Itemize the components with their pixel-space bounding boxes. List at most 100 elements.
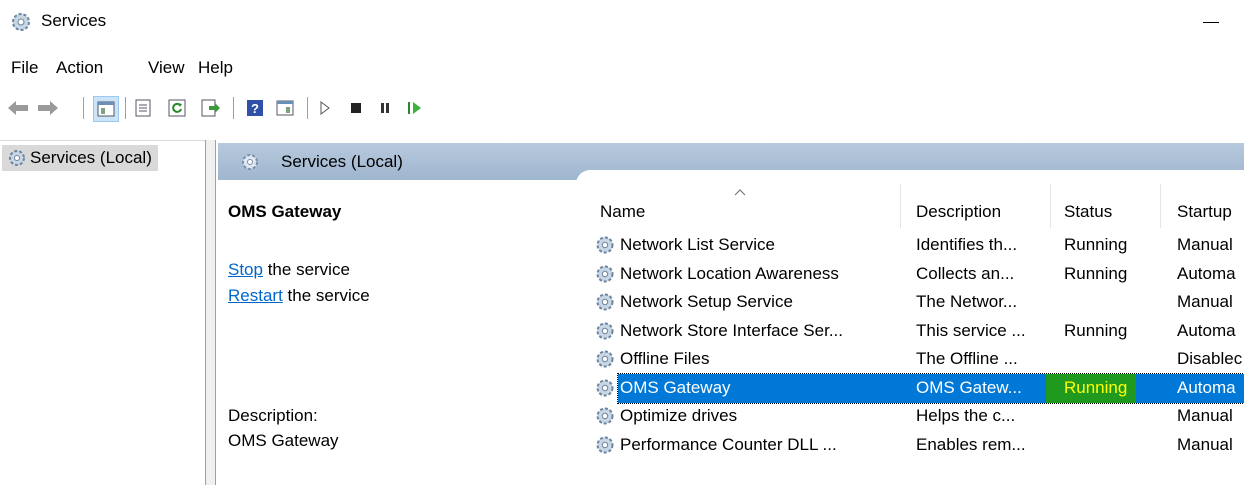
cell-status: Running <box>1064 235 1128 254</box>
stop-service-icon[interactable] <box>344 96 368 120</box>
selected-service-name: OMS Gateway <box>228 202 342 221</box>
back-icon[interactable] <box>6 96 30 120</box>
service-gear-icon <box>596 350 614 368</box>
service-details: OMS Gateway Stop the service Restart the… <box>216 180 576 485</box>
console-tree: Services (Local) <box>0 140 205 486</box>
title-bar: Services <box>0 0 1244 44</box>
service-gear-icon <box>596 407 614 425</box>
service-gear-icon <box>596 322 614 339</box>
sort-ascending-icon <box>734 189 746 196</box>
table-row[interactable]: Performance Counter DLL ... Enables rem..… <box>586 431 1244 460</box>
cell-description: OMS Gatew... <box>916 377 1022 397</box>
service-gear-icon <box>596 265 614 282</box>
stop-action: Stop the service <box>228 260 350 280</box>
table-row[interactable]: Network Store Interface Ser... This servi… <box>586 317 1244 346</box>
tab-edge <box>576 170 1244 184</box>
svg-text:?: ? <box>251 101 259 116</box>
export-list-icon[interactable] <box>199 96 223 120</box>
column-status-label: Status <box>1064 202 1113 221</box>
services-pane: Services (Local) OMS Gateway Stop the se… <box>216 140 1244 485</box>
restart-suffix: the service <box>282 286 370 305</box>
cell-name: Network Store Interface Ser... <box>620 320 843 340</box>
column-divider[interactable] <box>900 184 901 228</box>
service-gear-icon <box>596 236 614 254</box>
column-header-description[interactable]: Description <box>916 184 1056 228</box>
column-header-name[interactable]: Name <box>600 184 910 228</box>
cell-name: Network List Service <box>620 235 775 254</box>
minimize-button[interactable] <box>1196 8 1226 36</box>
toolbar: ? <box>0 92 1244 124</box>
table-row[interactable]: Network List Service Identifies th... Runn… <box>586 231 1244 260</box>
menu-help[interactable]: Help <box>198 58 233 78</box>
service-gear-icon <box>596 293 614 311</box>
tree-item-label: Services (Local) <box>30 148 152 167</box>
cell-description: Identifies th... <box>916 235 1018 254</box>
cell-description: Collects an... <box>916 263 1015 283</box>
services-list: Name Description Status Startup Network … <box>586 184 1244 485</box>
column-name-label: Name <box>600 202 646 221</box>
show-action-pane-icon[interactable] <box>273 96 297 120</box>
service-gear-icon <box>596 436 614 453</box>
column-header-startup[interactable]: Startup <box>1177 184 1244 228</box>
pause-service-icon[interactable] <box>373 96 397 120</box>
cell-description: The Offline ... <box>916 349 1018 368</box>
restart-link[interactable]: Restart <box>228 286 283 305</box>
cell-status: Running <box>1064 320 1128 340</box>
cell-startup: Manual <box>1177 292 1233 311</box>
show-console-tree-icon[interactable] <box>93 96 119 122</box>
column-startup-label: Startup <box>1177 202 1232 221</box>
restart-service-icon[interactable] <box>403 96 427 120</box>
menu-file[interactable]: File <box>11 58 38 78</box>
cell-name: Optimize drives <box>620 406 738 425</box>
service-gear-icon <box>596 379 614 396</box>
menu-action[interactable]: Action <box>56 58 103 78</box>
cell-name: Offline Files <box>620 349 710 368</box>
table-row[interactable]: Offline Files The Offline ... Disablec <box>586 345 1244 374</box>
description-label: Description: <box>228 406 318 425</box>
cell-startup: Automa <box>1177 263 1236 283</box>
stop-link[interactable]: Stop <box>228 260 263 279</box>
cell-status: Running <box>1064 263 1128 283</box>
toolbar-separator <box>233 97 234 119</box>
cell-startup: Manual <box>1177 235 1233 254</box>
pane-title: Services (Local) <box>281 152 403 171</box>
menu-view[interactable]: View <box>148 58 185 78</box>
column-description-label: Description <box>916 202 1002 221</box>
cell-description: This service ... <box>916 320 1026 340</box>
forward-icon[interactable] <box>36 96 60 120</box>
help-icon[interactable]: ? <box>243 96 267 120</box>
window-title: Services <box>41 11 107 30</box>
cell-name: Performance Counter DLL ... <box>620 434 837 454</box>
cell-status: Running <box>1064 377 1128 397</box>
restart-action: Restart the service <box>228 286 370 306</box>
cell-name: OMS Gateway <box>620 377 731 397</box>
table-row[interactable]: Network Location Awareness Collects an...… <box>586 260 1244 289</box>
services-gear-icon <box>242 154 258 170</box>
start-service-icon[interactable] <box>313 96 337 120</box>
properties-icon[interactable] <box>131 96 155 120</box>
services-gear-icon <box>9 150 25 166</box>
stop-suffix: the service <box>262 260 350 279</box>
column-divider[interactable] <box>1050 184 1051 228</box>
table-row[interactable]: OMS Gateway OMS Gatew... Running Automa <box>586 372 1244 404</box>
refresh-icon[interactable] <box>165 96 189 120</box>
pane-splitter[interactable] <box>205 140 216 485</box>
toolbar-separator <box>125 97 126 119</box>
table-row[interactable]: Optimize drives Helps the c... Manual <box>586 402 1244 431</box>
tree-item-services-local[interactable]: Services (Local) <box>2 145 158 171</box>
description-text: OMS Gateway <box>228 431 339 450</box>
cell-description: Helps the c... <box>916 406 1016 425</box>
services-gear-icon <box>12 13 30 31</box>
menu-bar: File Action View Help <box>0 55 1244 83</box>
cell-startup: Manual <box>1177 434 1233 454</box>
table-row[interactable]: Network Setup Service The Networ... Manual <box>586 288 1244 317</box>
cell-startup: Manual <box>1177 406 1233 425</box>
cell-startup: Automa <box>1177 377 1236 397</box>
column-header-status[interactable]: Status <box>1064 184 1164 228</box>
cell-name: Network Location Awareness <box>620 263 839 283</box>
column-divider[interactable] <box>1160 184 1161 228</box>
cell-startup: Automa <box>1177 320 1236 340</box>
toolbar-separator <box>307 97 308 119</box>
cell-name: Network Setup Service <box>620 292 793 311</box>
cell-description: The Networ... <box>916 292 1018 311</box>
